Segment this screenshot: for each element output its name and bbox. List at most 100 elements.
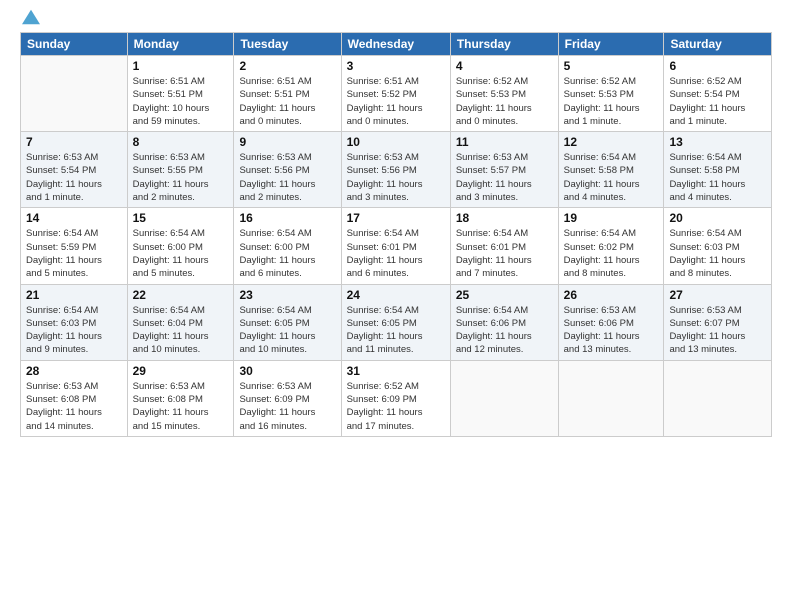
calendar-cell: 24 Sunrise: 6:54 AM Sunset: 6:05 PM Dayli… <box>341 284 450 360</box>
day-info: Sunrise: 6:54 AM Sunset: 6:04 PM Dayligh… <box>133 304 229 357</box>
calendar-cell: 12 Sunrise: 6:54 AM Sunset: 5:58 PM Dayli… <box>558 132 664 208</box>
calendar-cell: 21Sunrise: 6:54 AM Sunset: 6:03 PM Dayli… <box>21 284 128 360</box>
day-number: 26 <box>564 288 659 302</box>
day-number: 13 <box>669 135 766 149</box>
day-of-week-header: Tuesday <box>234 33 341 56</box>
day-info: Sunrise: 6:53 AM Sunset: 5:56 PM Dayligh… <box>239 151 335 204</box>
day-info: Sunrise: 6:53 AM Sunset: 6:09 PM Dayligh… <box>239 380 335 433</box>
calendar-cell: 27Sunrise: 6:53 AM Sunset: 6:07 PM Dayli… <box>664 284 772 360</box>
day-info: Sunrise: 6:54 AM Sunset: 6:01 PM Dayligh… <box>456 227 553 280</box>
day-info: Sunrise: 6:53 AM Sunset: 5:55 PM Dayligh… <box>133 151 229 204</box>
calendar-cell: 22 Sunrise: 6:54 AM Sunset: 6:04 PM Dayli… <box>127 284 234 360</box>
day-number: 6 <box>669 59 766 73</box>
day-info: Sunrise: 6:52 AM Sunset: 5:54 PM Dayligh… <box>669 75 766 128</box>
day-number: 24 <box>347 288 445 302</box>
calendar-cell <box>558 360 664 436</box>
day-of-week-header: Saturday <box>664 33 772 56</box>
calendar-cell: 17Sunrise: 6:54 AM Sunset: 6:01 PM Dayli… <box>341 208 450 284</box>
day-info: Sunrise: 6:53 AM Sunset: 5:56 PM Dayligh… <box>347 151 445 204</box>
day-info: Sunrise: 6:53 AM Sunset: 6:08 PM Dayligh… <box>133 380 229 433</box>
day-number: 22 <box>133 288 229 302</box>
day-info: Sunrise: 6:54 AM Sunset: 6:06 PM Dayligh… <box>456 304 553 357</box>
calendar-cell: 3 Sunrise: 6:51 AM Sunset: 5:52 PM Daylig… <box>341 56 450 132</box>
day-number: 16 <box>239 211 335 225</box>
calendar-cell: 7 Sunrise: 6:53 AM Sunset: 5:54 PM Daylig… <box>21 132 128 208</box>
day-info: Sunrise: 6:53 AM Sunset: 5:54 PM Dayligh… <box>26 151 122 204</box>
calendar-cell: 23 Sunrise: 6:54 AM Sunset: 6:05 PM Dayli… <box>234 284 341 360</box>
day-number: 21 <box>26 288 122 302</box>
calendar-week-row: 7 Sunrise: 6:53 AM Sunset: 5:54 PM Daylig… <box>21 132 772 208</box>
day-number: 8 <box>133 135 229 149</box>
day-info: Sunrise: 6:53 AM Sunset: 6:06 PM Dayligh… <box>564 304 659 357</box>
calendar-cell: 31 Sunrise: 6:52 AM Sunset: 6:09 PM Dayli… <box>341 360 450 436</box>
day-number: 4 <box>456 59 553 73</box>
calendar-cell: 10 Sunrise: 6:53 AM Sunset: 5:56 PM Dayli… <box>341 132 450 208</box>
day-of-week-header: Thursday <box>450 33 558 56</box>
day-number: 9 <box>239 135 335 149</box>
calendar-cell: 9 Sunrise: 6:53 AM Sunset: 5:56 PM Daylig… <box>234 132 341 208</box>
calendar-cell: 2Sunrise: 6:51 AM Sunset: 5:51 PM Daylig… <box>234 56 341 132</box>
day-info: Sunrise: 6:51 AM Sunset: 5:52 PM Dayligh… <box>347 75 445 128</box>
calendar-cell <box>664 360 772 436</box>
day-of-week-header: Friday <box>558 33 664 56</box>
day-info: Sunrise: 6:54 AM Sunset: 5:59 PM Dayligh… <box>26 227 122 280</box>
calendar-cell <box>450 360 558 436</box>
page: SundayMondayTuesdayWednesdayThursdayFrid… <box>0 0 792 612</box>
day-number: 7 <box>26 135 122 149</box>
day-info: Sunrise: 6:54 AM Sunset: 6:05 PM Dayligh… <box>347 304 445 357</box>
calendar-cell: 5Sunrise: 6:52 AM Sunset: 5:53 PM Daylig… <box>558 56 664 132</box>
header <box>20 16 772 22</box>
day-number: 29 <box>133 364 229 378</box>
day-number: 14 <box>26 211 122 225</box>
calendar-cell: 20Sunrise: 6:54 AM Sunset: 6:03 PM Dayli… <box>664 208 772 284</box>
day-number: 12 <box>564 135 659 149</box>
day-number: 19 <box>564 211 659 225</box>
day-number: 1 <box>133 59 229 73</box>
day-info: Sunrise: 6:54 AM Sunset: 6:05 PM Dayligh… <box>239 304 335 357</box>
calendar-week-row: 1 Sunrise: 6:51 AM Sunset: 5:51 PM Daylig… <box>21 56 772 132</box>
day-info: Sunrise: 6:54 AM Sunset: 6:03 PM Dayligh… <box>669 227 766 280</box>
day-number: 2 <box>239 59 335 73</box>
day-of-week-header: Sunday <box>21 33 128 56</box>
day-number: 10 <box>347 135 445 149</box>
calendar-cell: 4 Sunrise: 6:52 AM Sunset: 5:53 PM Daylig… <box>450 56 558 132</box>
calendar-cell: 1 Sunrise: 6:51 AM Sunset: 5:51 PM Daylig… <box>127 56 234 132</box>
day-of-week-header: Wednesday <box>341 33 450 56</box>
calendar-cell: 19 Sunrise: 6:54 AM Sunset: 6:02 PM Dayli… <box>558 208 664 284</box>
calendar-cell: 29 Sunrise: 6:53 AM Sunset: 6:08 PM Dayli… <box>127 360 234 436</box>
day-number: 25 <box>456 288 553 302</box>
day-number: 27 <box>669 288 766 302</box>
day-info: Sunrise: 6:52 AM Sunset: 5:53 PM Dayligh… <box>564 75 659 128</box>
calendar-cell: 16 Sunrise: 6:54 AM Sunset: 6:00 PM Dayli… <box>234 208 341 284</box>
day-info: Sunrise: 6:51 AM Sunset: 5:51 PM Dayligh… <box>133 75 229 128</box>
calendar-week-row: 21Sunrise: 6:54 AM Sunset: 6:03 PM Dayli… <box>21 284 772 360</box>
calendar-cell: 30 Sunrise: 6:53 AM Sunset: 6:09 PM Dayli… <box>234 360 341 436</box>
calendar-cell: 13 Sunrise: 6:54 AM Sunset: 5:58 PM Dayli… <box>664 132 772 208</box>
day-number: 30 <box>239 364 335 378</box>
calendar-cell: 6 Sunrise: 6:52 AM Sunset: 5:54 PM Daylig… <box>664 56 772 132</box>
calendar-cell: 26 Sunrise: 6:53 AM Sunset: 6:06 PM Dayli… <box>558 284 664 360</box>
calendar-cell: 14 Sunrise: 6:54 AM Sunset: 5:59 PM Dayli… <box>21 208 128 284</box>
calendar-week-row: 14 Sunrise: 6:54 AM Sunset: 5:59 PM Dayli… <box>21 208 772 284</box>
day-number: 3 <box>347 59 445 73</box>
calendar-cell: 15Sunrise: 6:54 AM Sunset: 6:00 PM Dayli… <box>127 208 234 284</box>
calendar-cell: 25 Sunrise: 6:54 AM Sunset: 6:06 PM Dayli… <box>450 284 558 360</box>
day-info: Sunrise: 6:52 AM Sunset: 5:53 PM Dayligh… <box>456 75 553 128</box>
day-info: Sunrise: 6:54 AM Sunset: 6:00 PM Dayligh… <box>239 227 335 280</box>
calendar-cell: 28Sunrise: 6:53 AM Sunset: 6:08 PM Dayli… <box>21 360 128 436</box>
logo-icon <box>22 8 40 26</box>
day-info: Sunrise: 6:54 AM Sunset: 5:58 PM Dayligh… <box>669 151 766 204</box>
day-info: Sunrise: 6:54 AM Sunset: 6:02 PM Dayligh… <box>564 227 659 280</box>
day-info: Sunrise: 6:54 AM Sunset: 5:58 PM Dayligh… <box>564 151 659 204</box>
day-info: Sunrise: 6:53 AM Sunset: 6:08 PM Dayligh… <box>26 380 122 433</box>
day-number: 31 <box>347 364 445 378</box>
day-number: 11 <box>456 135 553 149</box>
day-number: 15 <box>133 211 229 225</box>
day-number: 23 <box>239 288 335 302</box>
day-of-week-header: Monday <box>127 33 234 56</box>
day-number: 18 <box>456 211 553 225</box>
day-info: Sunrise: 6:52 AM Sunset: 6:09 PM Dayligh… <box>347 380 445 433</box>
day-info: Sunrise: 6:53 AM Sunset: 5:57 PM Dayligh… <box>456 151 553 204</box>
calendar-cell: 18 Sunrise: 6:54 AM Sunset: 6:01 PM Dayli… <box>450 208 558 284</box>
calendar-cell <box>21 56 128 132</box>
